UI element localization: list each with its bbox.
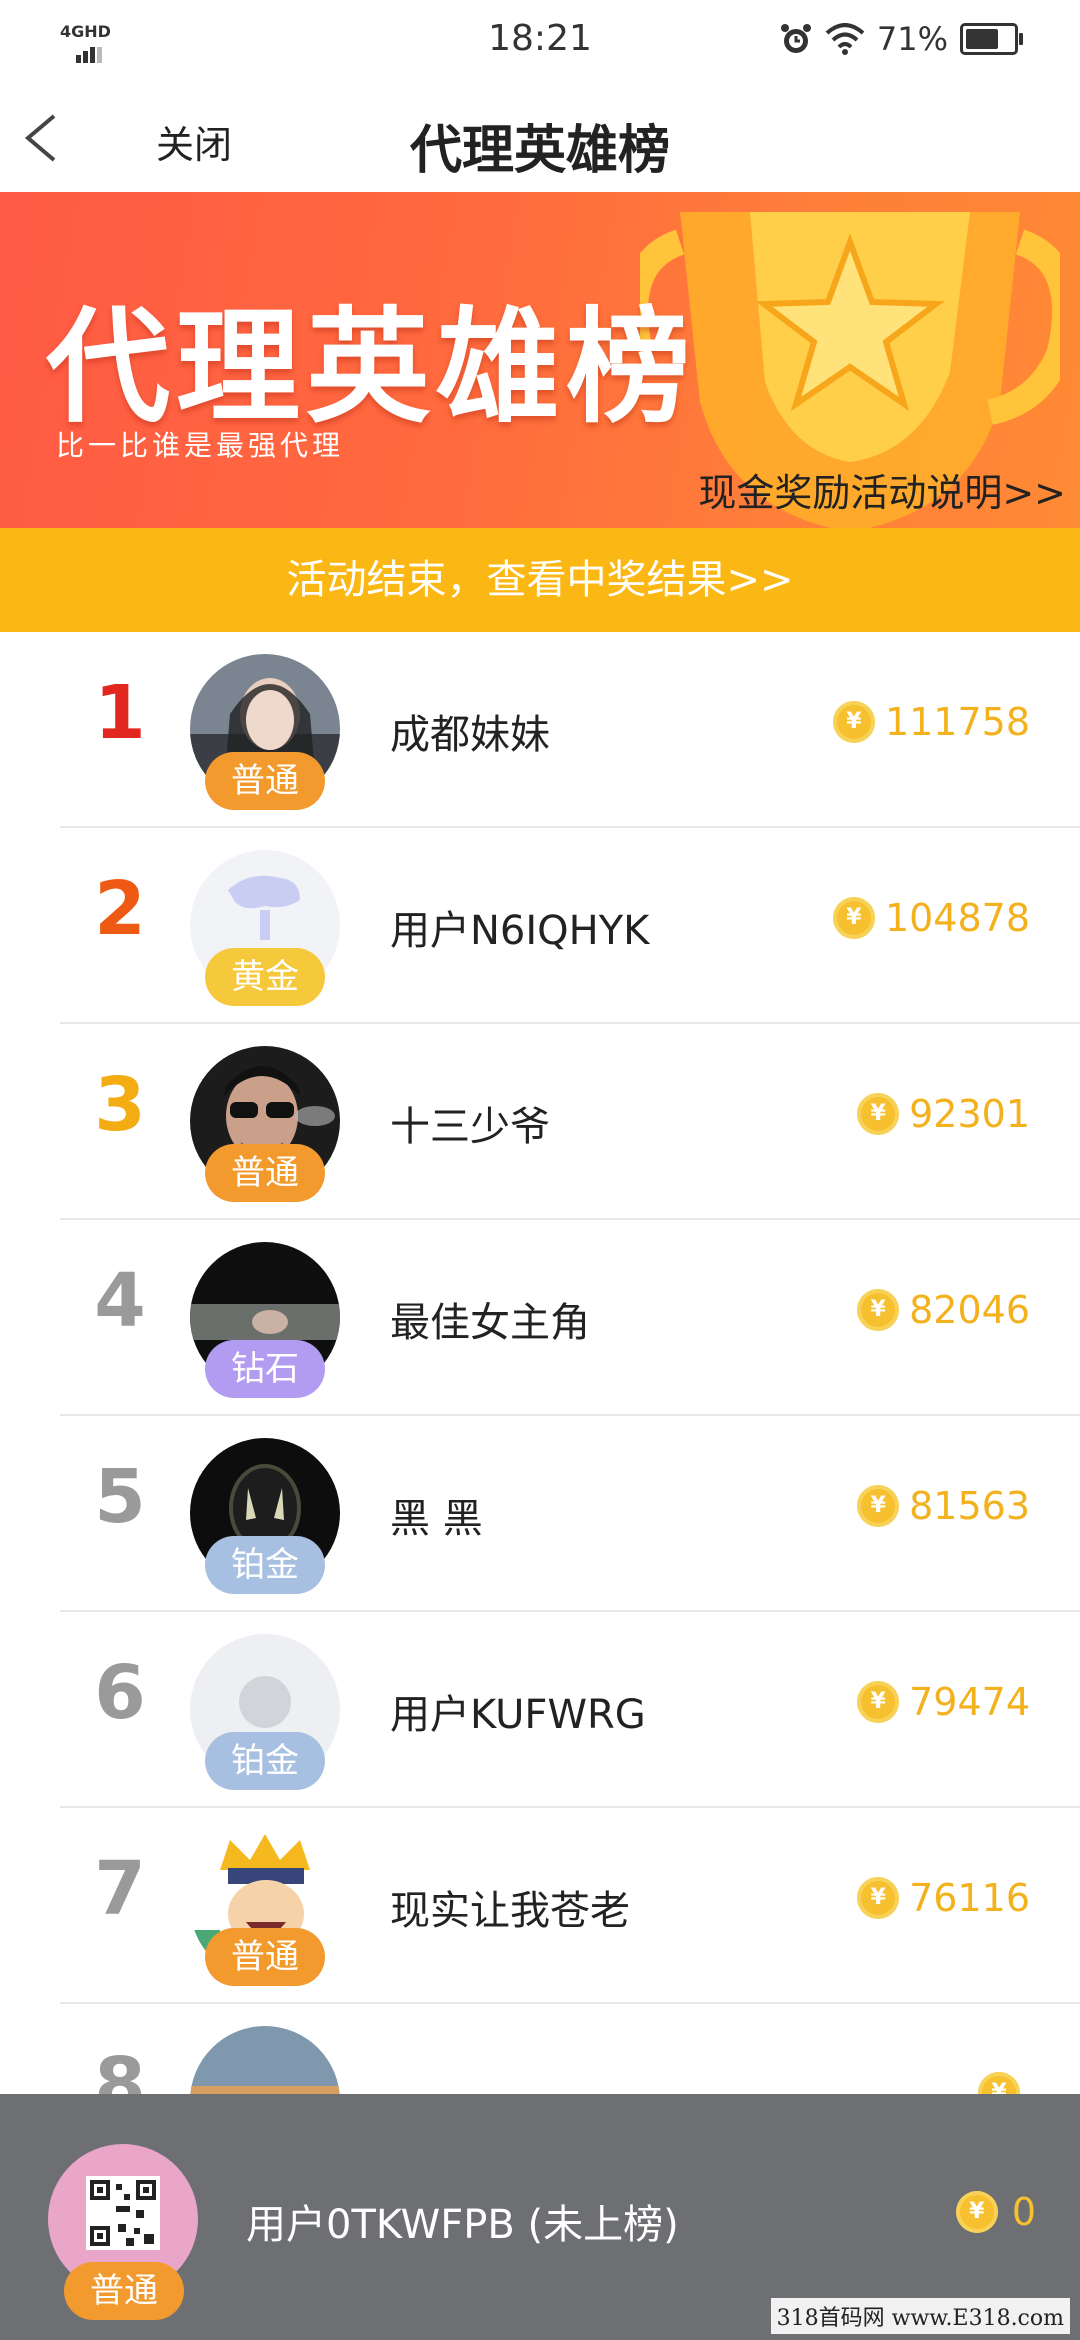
user-name: 用户KUFWRG <box>390 1692 646 1738</box>
score: ¥ 81563 <box>857 1484 1030 1528</box>
level-badge: 黄金 <box>205 948 325 1006</box>
score-value: 104878 <box>884 896 1030 940</box>
banner-title: 代理英雄榜 <box>46 296 697 440</box>
ranking-row[interactable]: 7 普通 现实让我苍老 ¥ 76116 <box>0 1808 1080 2004</box>
level-badge: 钻石 <box>205 1340 325 1398</box>
watermark: 318首码网 www.E318.com <box>770 2298 1070 2334</box>
user-name: 用户N6IQHYK <box>390 908 650 954</box>
user-name: 成都妹妹 <box>390 712 550 758</box>
my-ranking-bar[interactable]: 普通 用户0TKWFPB (未上榜) ¥ 0 318首码网 www.E318.c… <box>0 2094 1080 2340</box>
score-value: 76116 <box>909 1876 1030 1920</box>
coin-icon: ¥ <box>832 897 875 939</box>
ranking-row[interactable]: 3 普通 十三少爷 ¥ 92301 <box>0 1024 1080 1220</box>
score: ¥ 76116 <box>857 1876 1030 1920</box>
ranking-row[interactable]: 5 铂金 黑 黑 ¥ 81563 <box>0 1416 1080 1612</box>
score-value: 79474 <box>909 1680 1030 1724</box>
score-value: 81563 <box>909 1484 1030 1528</box>
score: ¥ 92301 <box>857 1092 1030 1136</box>
ranking-row[interactable]: 6 铂金 用户KUFWRG ¥ 79474 <box>0 1612 1080 1808</box>
page-title: 代理英雄榜 <box>409 121 670 181</box>
score: ¥ 104878 <box>832 896 1030 940</box>
rank-number: 6 <box>94 1650 146 1736</box>
score: ¥ 82046 <box>857 1288 1030 1332</box>
my-score-value: 0 <box>1011 2190 1036 2234</box>
wifi-icon <box>825 23 865 55</box>
level-badge: 铂金 <box>205 1732 325 1790</box>
level-badge: 铂金 <box>205 1536 325 1594</box>
rank-number: 1 <box>94 670 146 756</box>
my-user-name: 用户0TKWFPB (未上榜) <box>246 2202 679 2248</box>
ranking-row[interactable]: 1 普通 成都妹妹 ¥ 111758 <box>0 632 1080 828</box>
rank-number: 5 <box>94 1454 146 1540</box>
coin-icon: ¥ <box>857 1093 900 1135</box>
status-right: 71% <box>779 20 1023 58</box>
battery-icon <box>960 23 1023 55</box>
rank-number: 7 <box>94 1846 146 1932</box>
my-score: ¥ 0 <box>955 2190 1036 2234</box>
user-name: 黑 黑 <box>390 1496 483 1542</box>
nav-bar: 关闭 代理英雄榜 <box>0 84 1080 192</box>
rules-link[interactable]: 现金奖励活动说明>> <box>698 462 1066 517</box>
coin-icon: ¥ <box>832 701 875 743</box>
rank-number: 4 <box>94 1258 146 1344</box>
ranking-list: 1 普通 成都妹妹 ¥ 111758 2 黄金 用户N6IQHYK ¥ 1048… <box>0 632 1080 2200</box>
score: ¥ 79474 <box>857 1680 1030 1724</box>
coin-icon: ¥ <box>857 1485 900 1527</box>
my-level-badge: 普通 <box>64 2262 184 2320</box>
coin-icon: ¥ <box>857 1289 900 1331</box>
score-value: 82046 <box>909 1288 1030 1332</box>
level-badge: 普通 <box>205 1928 325 1986</box>
banner-subtitle: 比一比谁是最强代理 <box>56 429 345 462</box>
ranking-row[interactable]: 2 黄金 用户N6IQHYK ¥ 104878 <box>0 828 1080 1024</box>
coin-icon: ¥ <box>857 1877 900 1919</box>
score-value: 111758 <box>884 700 1030 744</box>
user-name: 最佳女主角 <box>390 1300 590 1346</box>
level-badge: 普通 <box>205 752 325 810</box>
rank-number: 3 <box>94 1062 146 1148</box>
ranking-row[interactable]: 4 钻石 最佳女主角 ¥ 82046 <box>0 1220 1080 1416</box>
user-name: 现实让我苍老 <box>390 1888 630 1934</box>
status-bar: 4GHD 18:21 71% <box>0 0 1080 84</box>
rank-number: 2 <box>94 866 146 952</box>
battery-percent: 71% <box>876 20 948 58</box>
user-name: 十三少爷 <box>390 1104 550 1150</box>
coin-icon: ¥ <box>955 2191 998 2233</box>
activity-result-banner[interactable]: 活动结束，查看中奖结果>> <box>0 528 1080 632</box>
qr-code-icon <box>86 2176 160 2250</box>
alarm-icon <box>780 24 811 53</box>
coin-icon: ¥ <box>857 1681 900 1723</box>
level-badge: 普通 <box>205 1144 325 1202</box>
score-value: 92301 <box>909 1092 1030 1136</box>
hero-banner: 代理英雄榜 比一比谁是最强代理 现金奖励活动说明>> <box>0 192 1080 528</box>
score: ¥ 111758 <box>832 700 1030 744</box>
